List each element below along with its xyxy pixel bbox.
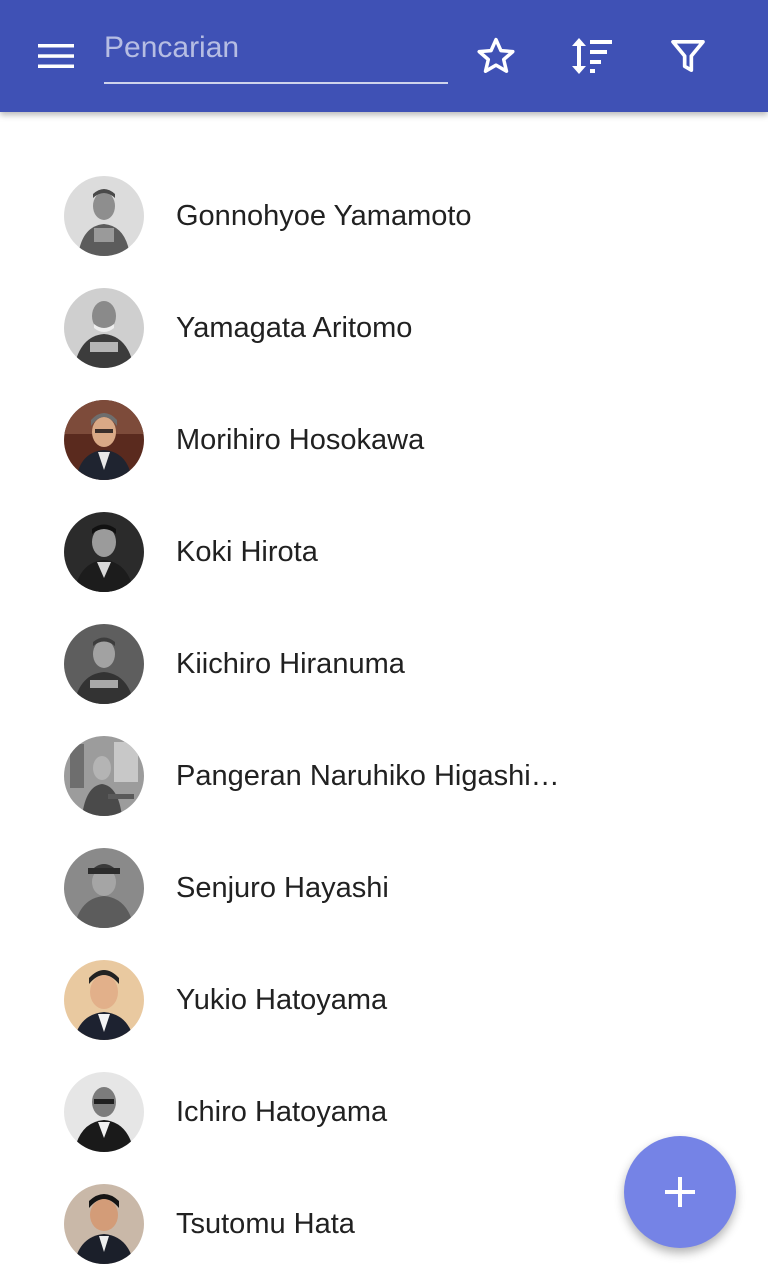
star-outline-icon [477,37,515,73]
favorites-button[interactable] [468,28,524,84]
list-item[interactable]: Morihiro Hosokawa [0,384,768,496]
portrait-photo [64,736,144,816]
sort-icon [572,38,612,74]
portrait-photo [64,1184,144,1264]
portrait-photo [64,848,144,928]
person-name: Ichiro Hatoyama [176,1096,388,1128]
hamburger-menu-icon [38,44,74,68]
person-name: Gonnohyoe Yamamoto [176,200,472,232]
person-name: Tsutomu Hata [176,1208,355,1240]
filter-button[interactable] [660,28,716,84]
avatar [64,624,144,704]
portrait-photo [64,624,144,704]
portrait-photo [64,512,144,592]
portrait-photo [64,176,144,256]
list-item[interactable]: Yukio Hatoyama [0,944,768,1056]
person-name: Koki Hirota [176,536,318,568]
sort-button[interactable] [564,28,620,84]
avatar [64,1072,144,1152]
plus-icon [665,1177,695,1207]
portrait-photo [64,960,144,1040]
avatar [64,848,144,928]
search-field [104,24,448,84]
person-name: Senjuro Hayashi [176,872,389,904]
list-item[interactable]: Gonnohyoe Yamamoto [0,160,768,272]
avatar [64,960,144,1040]
person-name: Morihiro Hosokawa [176,424,425,456]
avatar [64,512,144,592]
portrait-photo [64,1072,144,1152]
list-item[interactable]: Pangeran Naruhiko Higashi… [0,720,768,832]
person-name: Yukio Hatoyama [176,984,388,1016]
portrait-photo [64,288,144,368]
person-name: Pangeran Naruhiko Higashi… [176,760,560,792]
list-item[interactable]: Kiichiro Hiranuma [0,608,768,720]
avatar [64,400,144,480]
list-item[interactable]: Koki Hirota [0,496,768,608]
people-list: Gonnohyoe Yamamoto Yamagata Aritomo Mori… [0,160,768,1280]
avatar [64,288,144,368]
person-name: Kiichiro Hiranuma [176,648,405,680]
avatar [64,1184,144,1264]
list-item[interactable]: Yamagata Aritomo [0,272,768,384]
person-name: Yamagata Aritomo [176,312,413,344]
filter-icon [671,40,705,72]
app-bar [0,0,768,112]
list-item[interactable]: Senjuro Hayashi [0,832,768,944]
avatar [64,736,144,816]
menu-button[interactable] [28,34,84,78]
avatar [64,176,144,256]
portrait-photo [64,400,144,480]
search-input[interactable] [104,24,448,72]
add-button[interactable] [624,1136,736,1248]
